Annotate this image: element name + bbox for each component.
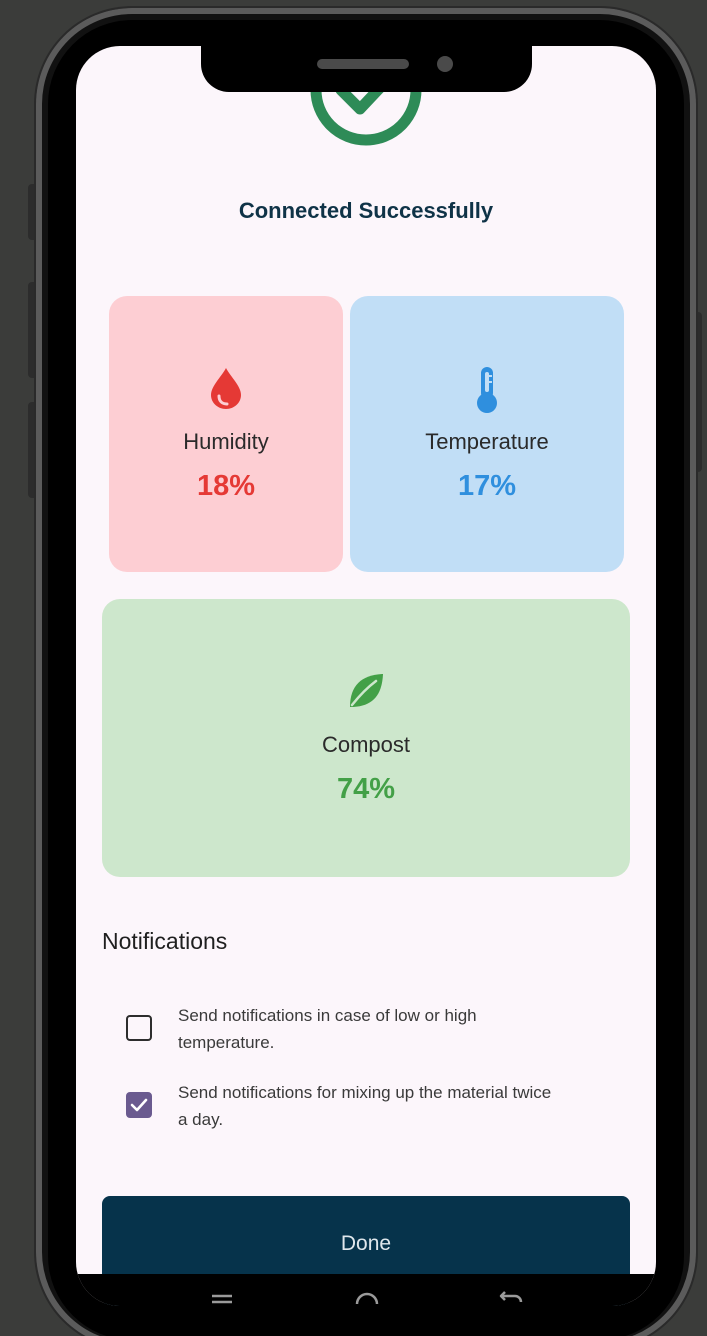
back-icon[interactable]	[497, 1276, 525, 1304]
menu-icon[interactable]	[208, 1276, 236, 1304]
option-text-line: a day.	[178, 1110, 224, 1129]
system-nav-bar	[76, 1274, 656, 1306]
temperature-value: 17%	[457, 470, 517, 502]
app-screen: Connected Successfully Humidity 18% Temp…	[76, 46, 656, 1306]
option-text-line: temperature.	[178, 1033, 275, 1052]
temperature-label: Temperature	[425, 429, 549, 454]
camera-notch	[201, 40, 532, 92]
compost-label: Compost	[321, 732, 411, 757]
compost-value: 74%	[336, 773, 396, 805]
stage: Connected Successfully Humidity 18% Temp…	[0, 0, 707, 1336]
option-text-line: Send notifications in case of low or hig…	[178, 1006, 477, 1025]
thermometer-icon	[477, 367, 497, 413]
low-high-temperature-option-text[interactable]: Send notifications in case of low or hig…	[178, 1002, 638, 1056]
compost-card[interactable]: Compost 74%	[102, 599, 630, 877]
check-icon	[130, 1098, 148, 1112]
mixing-reminder-option-text[interactable]: Send notifications for mixing up the mat…	[178, 1079, 638, 1133]
mixing-reminder-checkbox[interactable]	[126, 1092, 152, 1118]
temperature-card[interactable]: Temperature 17%	[350, 296, 624, 572]
humidity-card[interactable]: Humidity 18%	[109, 296, 343, 572]
low-high-temperature-checkbox[interactable]	[126, 1015, 152, 1041]
speaker-grille	[317, 59, 409, 69]
leaf-icon	[350, 674, 383, 707]
home-icon[interactable]	[353, 1276, 381, 1304]
camera-icon	[437, 56, 453, 72]
humidity-value: 18%	[196, 470, 256, 502]
connection-status-title: Connected Successfully	[238, 198, 494, 223]
option-text-line: Send notifications for mixing up the mat…	[178, 1083, 552, 1102]
humidity-label: Humidity	[183, 429, 269, 454]
water-drop-icon	[211, 368, 241, 409]
notifications-heading: Notifications	[102, 928, 228, 954]
